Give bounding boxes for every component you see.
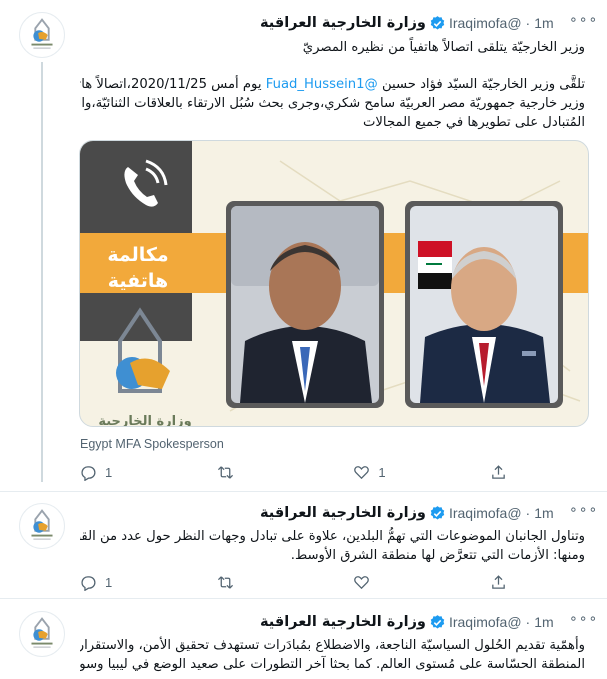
ministry-logo-icon [31, 18, 53, 49]
tweet-header: 1m · @Iraqimofa وزارة الخارجية العراقية [260, 13, 585, 33]
reply-button[interactable]: 1 [80, 464, 140, 481]
retweet-button[interactable] [217, 574, 277, 591]
ministry-logo-text: وزارة الخارجية [98, 414, 191, 427]
body-text-start: تلقَّى وزير الخارجيّة السيّد فؤاد حسين [381, 77, 585, 92]
tweet-body-line-2: ومنها: الأزمات التي تتعرَّض لها منطقة ال… [290, 548, 585, 563]
tweet-body-line-1: تلقَّى وزير الخارجيّة السيّد فؤاد حسين @… [80, 75, 585, 94]
tweet-body-line-1: وأهمّية تقديم الحُلول السياسيّة الناجعة،… [80, 638, 585, 653]
avatar[interactable] [19, 503, 65, 549]
tweet-header: 1m · @Iraqimofa وزارة الخارجية العراقية [260, 503, 585, 523]
verified-badge-icon [430, 614, 445, 629]
reply-icon [81, 575, 96, 591]
call-label-line-2: هاتفية [108, 270, 168, 292]
reply-count: 1 [105, 574, 113, 590]
verified-badge-icon [430, 505, 445, 520]
author-name[interactable]: وزارة الخارجية العراقية [260, 505, 426, 521]
author-name[interactable]: وزارة الخارجية العراقية [260, 614, 426, 630]
ministry-logo-icon [31, 509, 53, 540]
tweet-divider [0, 598, 607, 599]
author-handle[interactable]: @Iraqimofa [449, 505, 522, 521]
like-count: 1 [378, 464, 386, 480]
tweet-body-line-3: المُتبادل على تطويرها في جميع المجالات [363, 115, 585, 130]
retweet-button[interactable] [217, 464, 277, 481]
tweet-media-image[interactable]: مكالمة هاتفية وزارة الخارجية [79, 140, 589, 427]
reply-count: 1 [105, 464, 113, 480]
like-icon [354, 575, 370, 589]
retweet-icon [217, 465, 233, 479]
separator-dot: · [525, 505, 531, 521]
mention-link[interactable]: @Fuad_Hussein1 [266, 77, 378, 92]
call-label-line-1: مكالمة [107, 244, 168, 266]
separator-dot: · [525, 614, 531, 630]
tweet-divider [0, 491, 607, 492]
tweet-time[interactable]: 1m [534, 614, 553, 630]
body-text-end: يوم أمس 2020/11/25،اتصالاً هاتفيّاً من [80, 77, 262, 92]
share-button[interactable] [490, 464, 510, 481]
reply-icon [81, 465, 96, 481]
tweet-headline: وزير الخارجيّة يتلقى اتصالاً هاتفياً من … [302, 40, 585, 55]
more-icon[interactable]: ∘∘∘ [569, 12, 597, 32]
like-button[interactable] [353, 574, 413, 591]
tweet-actions: 1 [80, 571, 510, 593]
separator-dot: · [525, 15, 531, 31]
more-icon[interactable]: ∘∘∘ [569, 502, 597, 522]
share-icon [492, 464, 505, 479]
author-handle[interactable]: @Iraqimofa [449, 15, 522, 31]
media-caption[interactable]: Egypt MFA Spokesperson [80, 437, 224, 451]
share-button[interactable] [490, 574, 510, 591]
ministry-logo-icon [31, 617, 53, 648]
like-icon [354, 465, 370, 479]
tweet-time[interactable]: 1m [534, 505, 553, 521]
avatar[interactable] [19, 12, 65, 58]
tweet-body-line-2: المنطقة الحسّاسة على مُستوى العالم. كما … [80, 657, 585, 672]
author-handle[interactable]: @Iraqimofa [449, 614, 522, 630]
avatar[interactable] [19, 611, 65, 657]
share-icon [492, 574, 505, 589]
tweet-body-line-2: وزير خارجية جمهوريّة مصر العربيّة سامح ش… [80, 96, 585, 111]
verified-badge-icon [430, 15, 445, 30]
tweet-body-line-1: وتناول الجانبان الموضوعات التي تهمُّ الب… [80, 529, 585, 544]
reply-button[interactable]: 1 [80, 574, 140, 591]
author-name[interactable]: وزارة الخارجية العراقية [260, 15, 426, 31]
retweet-icon [217, 575, 233, 589]
more-icon[interactable]: ∘∘∘ [569, 611, 597, 631]
tweet-actions: 1 1 [80, 461, 510, 483]
like-button[interactable]: 1 [353, 464, 413, 481]
phone-call-graphic: مكالمة هاتفية وزارة الخارجية [80, 141, 588, 427]
tweet-time[interactable]: 1m [534, 15, 553, 31]
tweet-header: 1m · @Iraqimofa وزارة الخارجية العراقية [260, 612, 585, 632]
thread-connector-line [41, 62, 43, 482]
